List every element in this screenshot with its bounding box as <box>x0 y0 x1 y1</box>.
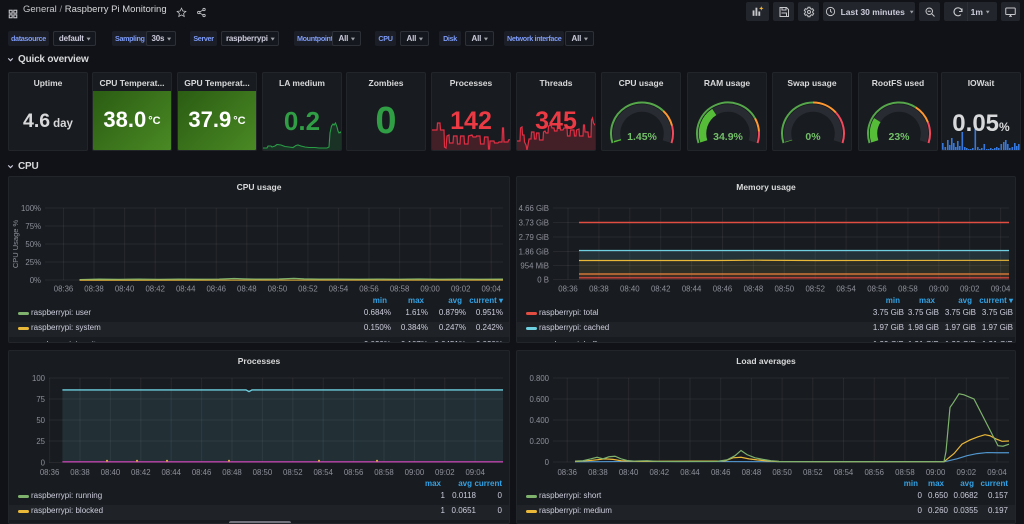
svg-text:100%: 100% <box>21 204 41 213</box>
svg-text:75%: 75% <box>25 222 41 231</box>
svg-text:1.45%: 1.45% <box>627 131 657 143</box>
svg-text:09:00: 09:00 <box>926 468 946 477</box>
svg-text:08:50: 08:50 <box>253 468 273 477</box>
svg-text:08:52: 08:52 <box>283 468 303 477</box>
svg-text:08:58: 08:58 <box>898 285 918 294</box>
svg-text:09:02: 09:02 <box>435 468 455 477</box>
svg-text:08:38: 08:38 <box>589 285 609 294</box>
svg-text:08:38: 08:38 <box>70 468 90 477</box>
svg-text:25%: 25% <box>25 258 41 267</box>
svg-text:08:46: 08:46 <box>192 468 212 477</box>
svg-text:0.800: 0.800 <box>529 374 549 383</box>
svg-text:09:04: 09:04 <box>991 285 1011 294</box>
svg-text:08:50: 08:50 <box>268 285 288 294</box>
svg-text:08:52: 08:52 <box>803 468 823 477</box>
svg-text:0: 0 <box>545 458 550 467</box>
svg-text:08:56: 08:56 <box>344 468 364 477</box>
svg-text:08:50: 08:50 <box>772 468 792 477</box>
svg-text:09:04: 09:04 <box>987 468 1007 477</box>
svg-text:23%: 23% <box>888 131 910 143</box>
svg-text:08:40: 08:40 <box>619 468 639 477</box>
svg-text:0.200: 0.200 <box>529 437 549 446</box>
svg-text:3.73 GiB: 3.73 GiB <box>519 219 549 228</box>
svg-text:08:38: 08:38 <box>84 285 104 294</box>
svg-text:08:40: 08:40 <box>101 468 121 477</box>
svg-text:09:02: 09:02 <box>957 468 977 477</box>
svg-text:09:02: 09:02 <box>451 285 471 294</box>
svg-text:09:00: 09:00 <box>929 285 949 294</box>
svg-text:4.66 GiB: 4.66 GiB <box>519 204 549 213</box>
svg-text:08:48: 08:48 <box>744 285 764 294</box>
svg-text:08:48: 08:48 <box>742 468 762 477</box>
svg-text:08:54: 08:54 <box>836 285 856 294</box>
svg-text:08:44: 08:44 <box>682 285 702 294</box>
svg-text:08:36: 08:36 <box>54 285 74 294</box>
svg-text:09:00: 09:00 <box>420 285 440 294</box>
svg-text:08:46: 08:46 <box>206 285 226 294</box>
svg-text:50: 50 <box>36 416 45 425</box>
svg-text:0%: 0% <box>30 276 41 285</box>
svg-text:08:40: 08:40 <box>620 285 640 294</box>
svg-text:08:48: 08:48 <box>237 285 257 294</box>
svg-text:08:58: 08:58 <box>374 468 394 477</box>
svg-text:1.86 GiB: 1.86 GiB <box>519 248 549 257</box>
svg-text:08:42: 08:42 <box>651 285 671 294</box>
svg-text:08:58: 08:58 <box>895 468 915 477</box>
svg-text:08:44: 08:44 <box>161 468 181 477</box>
svg-text:08:46: 08:46 <box>711 468 731 477</box>
svg-text:75: 75 <box>36 395 45 404</box>
svg-text:954 MiB: 954 MiB <box>520 262 549 271</box>
svg-text:09:02: 09:02 <box>960 285 980 294</box>
svg-text:08:56: 08:56 <box>359 285 379 294</box>
svg-text:08:44: 08:44 <box>176 285 196 294</box>
svg-text:08:44: 08:44 <box>680 468 700 477</box>
svg-text:08:54: 08:54 <box>329 285 349 294</box>
svg-text:25: 25 <box>36 437 45 446</box>
svg-text:08:36: 08:36 <box>40 468 60 477</box>
svg-text:08:42: 08:42 <box>650 468 670 477</box>
svg-text:08:46: 08:46 <box>713 285 733 294</box>
svg-text:08:38: 08:38 <box>588 468 608 477</box>
svg-text:08:42: 08:42 <box>131 468 151 477</box>
svg-text:08:52: 08:52 <box>805 285 825 294</box>
svg-text:09:04: 09:04 <box>481 285 501 294</box>
svg-text:08:54: 08:54 <box>313 468 333 477</box>
svg-text:34.9%: 34.9% <box>713 131 743 143</box>
svg-text:08:54: 08:54 <box>834 468 854 477</box>
svg-text:50%: 50% <box>25 240 41 249</box>
svg-text:08:56: 08:56 <box>867 285 887 294</box>
svg-text:08:36: 08:36 <box>557 468 577 477</box>
svg-text:0.400: 0.400 <box>529 416 549 425</box>
svg-text:0: 0 <box>41 459 46 468</box>
svg-text:08:48: 08:48 <box>222 468 242 477</box>
svg-text:08:52: 08:52 <box>298 285 318 294</box>
svg-text:08:40: 08:40 <box>115 285 135 294</box>
svg-text:08:56: 08:56 <box>864 468 884 477</box>
svg-text:08:42: 08:42 <box>145 285 165 294</box>
svg-text:08:36: 08:36 <box>558 285 578 294</box>
svg-text:09:00: 09:00 <box>405 468 425 477</box>
svg-text:100: 100 <box>32 374 46 383</box>
svg-text:09:04: 09:04 <box>465 468 485 477</box>
svg-text:08:58: 08:58 <box>390 285 410 294</box>
svg-text:0.600: 0.600 <box>529 395 549 404</box>
svg-text:CPU Usage %: CPU Usage % <box>11 219 20 268</box>
svg-text:2.79 GiB: 2.79 GiB <box>519 233 549 242</box>
svg-text:08:50: 08:50 <box>775 285 795 294</box>
svg-text:0%: 0% <box>805 131 821 143</box>
svg-text:0 B: 0 B <box>537 276 549 285</box>
